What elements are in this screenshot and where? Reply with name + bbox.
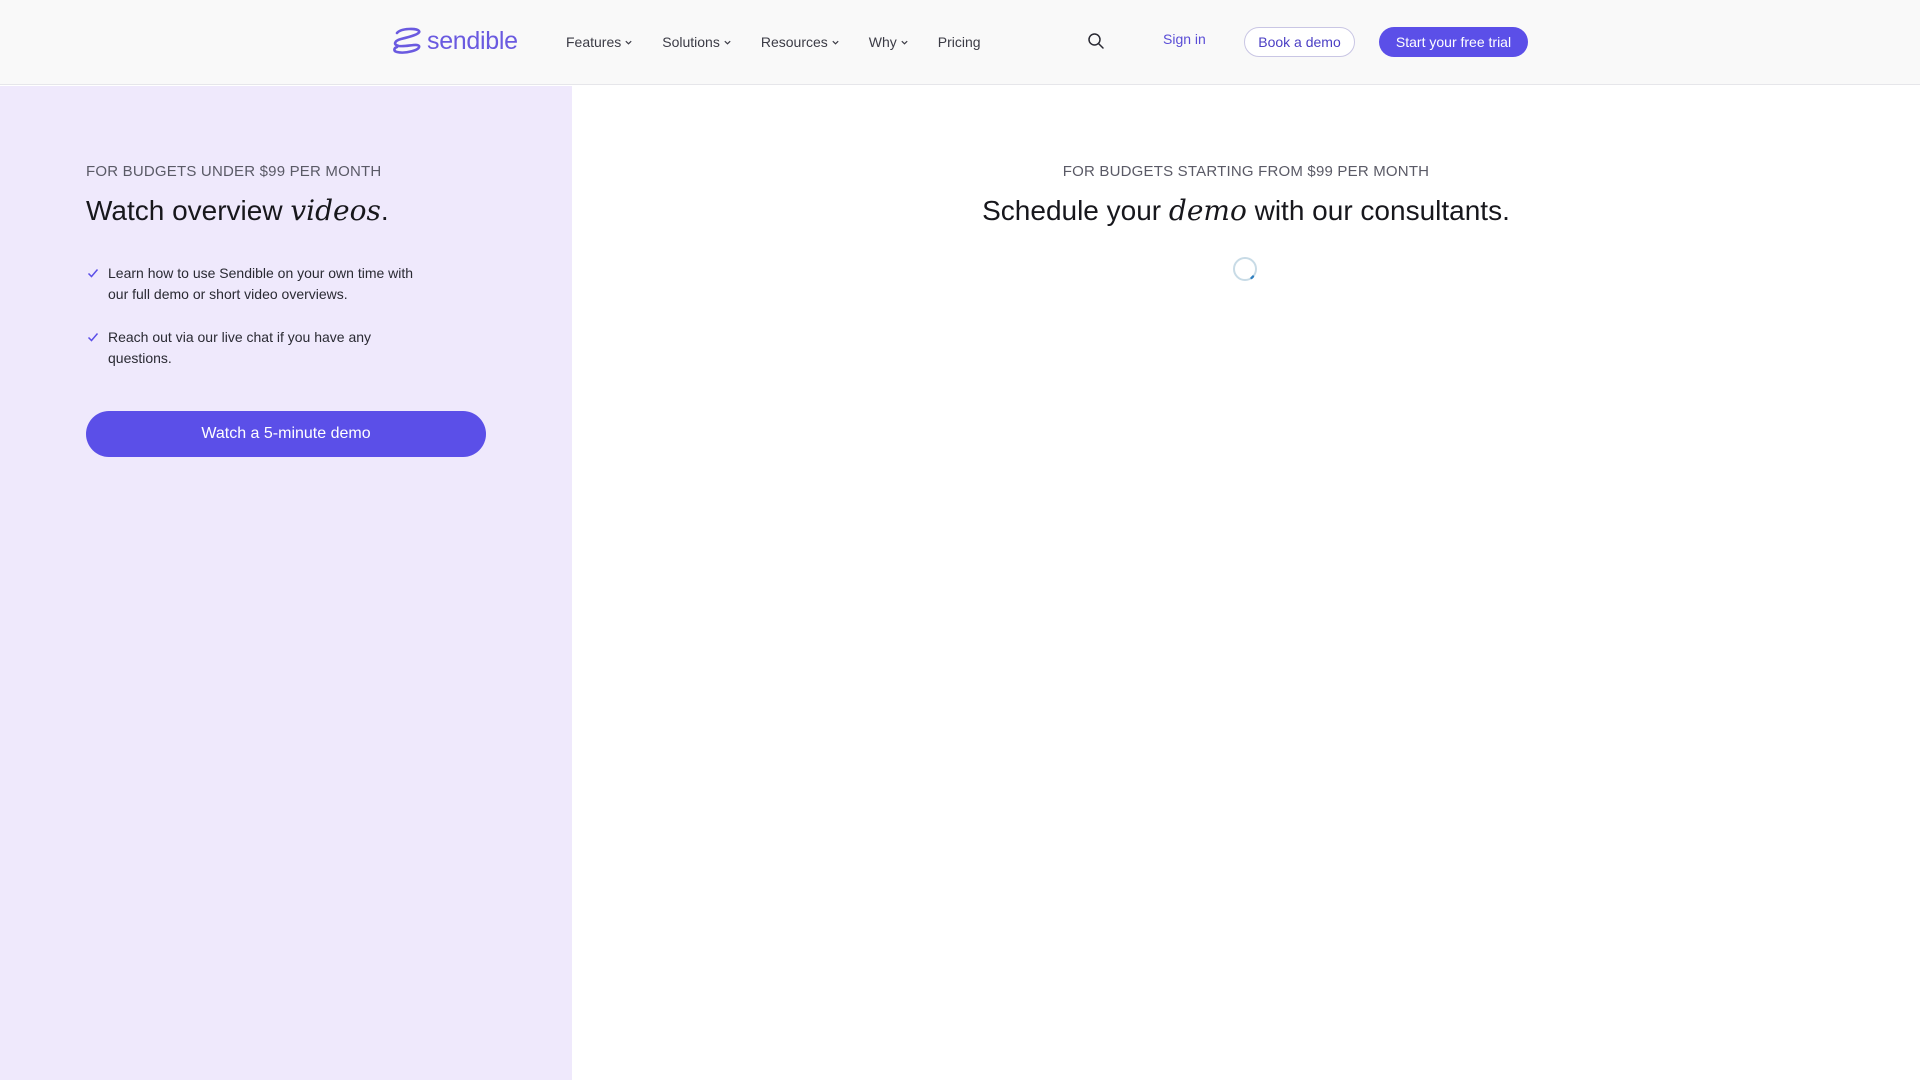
watch-demo-button[interactable]: Watch a 5-minute demo bbox=[86, 411, 486, 457]
nav-item-resources[interactable]: Resources bbox=[761, 34, 840, 50]
list-item: Reach out via our live chat if you have … bbox=[86, 327, 426, 369]
chevron-down-icon bbox=[832, 40, 839, 45]
nav-item-label: Why bbox=[868, 34, 897, 50]
left-title: Watch overview videos. bbox=[86, 194, 389, 227]
sendible-logo[interactable]: sendible bbox=[391, 26, 518, 56]
main-nav: Features Solutions Resources Why Pricing bbox=[566, 31, 1010, 53]
search-icon[interactable] bbox=[1087, 32, 1105, 50]
right-title: Schedule your demo with our consultants. bbox=[572, 194, 1920, 227]
nav-item-label: Features bbox=[566, 34, 622, 50]
logo-text: sendible bbox=[427, 26, 518, 55]
book-demo-button[interactable]: Book a demo bbox=[1244, 27, 1355, 57]
benefit-list: Learn how to use Sendible on your own ti… bbox=[86, 263, 426, 391]
left-title-pre: Watch overview bbox=[86, 195, 291, 226]
nav-item-solutions[interactable]: Solutions bbox=[662, 34, 732, 50]
nav-item-features[interactable]: Features bbox=[566, 34, 633, 50]
site-header: sendible Features Solutions Resources Wh… bbox=[0, 0, 1920, 85]
nav-item-label: Resources bbox=[760, 34, 828, 50]
list-item: Learn how to use Sendible on your own ti… bbox=[86, 263, 426, 305]
sign-in-link[interactable]: Sign in bbox=[1163, 31, 1206, 47]
chevron-down-icon bbox=[625, 40, 632, 45]
left-eyebrow: FOR BUDGETS UNDER $99 PER MONTH bbox=[86, 163, 382, 180]
left-title-emphasis: videos bbox=[290, 194, 381, 227]
nav-item-label: Solutions bbox=[662, 34, 720, 50]
right-eyebrow: FOR BUDGETS STARTING FROM $99 PER MONTH bbox=[1062, 163, 1430, 180]
chevron-down-icon bbox=[724, 40, 731, 45]
nav-item-pricing[interactable]: Pricing bbox=[938, 34, 981, 50]
right-title-post: with our consultants. bbox=[1246, 195, 1510, 226]
checkmark-icon bbox=[87, 333, 99, 342]
right-title-emphasis: demo bbox=[1168, 194, 1247, 227]
list-item-text: Learn how to use Sendible on your own ti… bbox=[108, 265, 414, 302]
left-title-post: . bbox=[380, 195, 389, 226]
start-free-trial-button[interactable]: Start your free trial bbox=[1379, 27, 1528, 57]
right-title-pre: Schedule your bbox=[982, 195, 1169, 226]
loading-spinner-icon bbox=[1233, 257, 1257, 281]
chevron-down-icon bbox=[901, 40, 908, 45]
nav-item-why[interactable]: Why bbox=[869, 34, 909, 50]
checkmark-icon bbox=[87, 269, 99, 278]
nav-item-label: Pricing bbox=[937, 34, 981, 50]
list-item-text: Reach out via our live chat if you have … bbox=[108, 329, 372, 366]
sendible-swirl-logo-icon bbox=[393, 27, 421, 54]
self-serve-panel: FOR BUDGETS UNDER $99 PER MONTH Watch ov… bbox=[0, 86, 572, 1080]
